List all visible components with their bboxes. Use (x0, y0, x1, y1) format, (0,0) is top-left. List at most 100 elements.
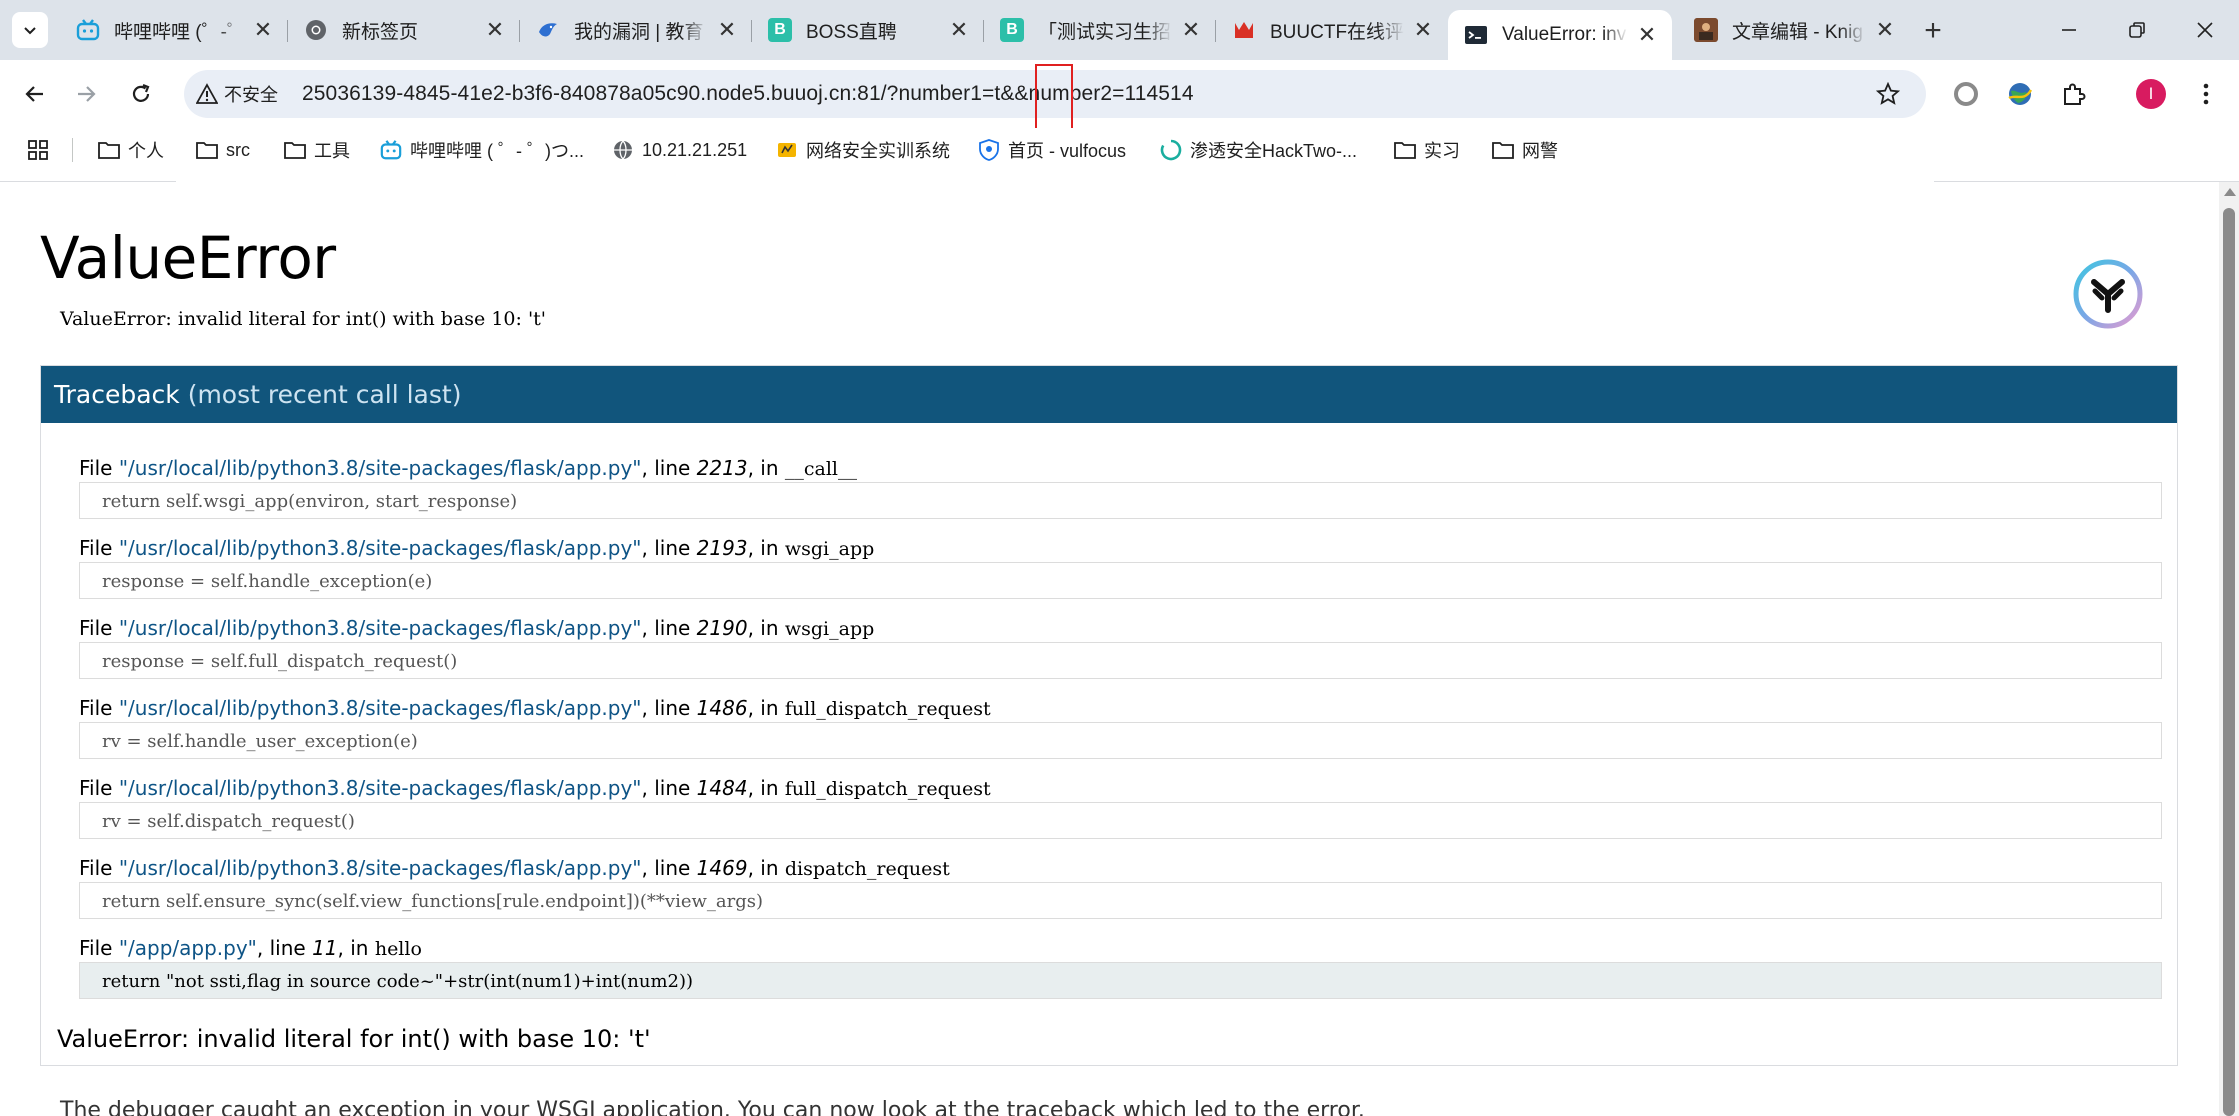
close-icon[interactable]: ✕ (1874, 17, 1896, 42)
minimize-button[interactable] (2044, 10, 2094, 50)
traceback-frame-app[interactable]: File "/app/app.py", line 11, in hello re… (79, 936, 2162, 1016)
traceback-frame[interactable]: File "/usr/local/lib/python3.8/site-pack… (79, 856, 2162, 936)
scrollbar-thumb[interactable] (2223, 208, 2235, 1116)
image-icon (1694, 18, 1718, 42)
apps-button[interactable] (27, 136, 49, 164)
bookmark-cyber-police[interactable]: 网警 (1492, 136, 1558, 164)
close-icon[interactable]: ✕ (1412, 17, 1434, 42)
close-icon[interactable]: ✕ (948, 17, 970, 42)
tab-search-button[interactable] (12, 12, 48, 48)
folder-icon (1492, 139, 1514, 161)
frame-code[interactable]: return self.ensure_sync(self.view_functi… (79, 882, 2162, 919)
frame-list: File "/usr/local/lib/python3.8/site-pack… (79, 456, 2162, 1016)
traceback-header: Traceback (most recent call last) (41, 366, 2177, 423)
training-icon (776, 139, 798, 161)
more-menu-icon[interactable] (2190, 78, 2222, 110)
tab-title: 我的漏洞 | 教育 (574, 21, 704, 43)
buuctf-icon (1232, 18, 1256, 42)
close-icon (2197, 22, 2213, 38)
frame-file[interactable]: "/usr/local/lib/python3.8/site-packages/… (119, 696, 642, 720)
page-scrollbar[interactable] (2219, 182, 2239, 1116)
frame-code[interactable]: rv = self.handle_user_exception(e) (79, 722, 2162, 759)
forward-button[interactable] (67, 74, 107, 114)
frame-file[interactable]: "/app/app.py" (119, 936, 257, 960)
close-icon[interactable]: ✕ (484, 17, 506, 42)
close-icon[interactable]: ✕ (252, 17, 274, 42)
page-content: ValueError ValueError: invalid literal f… (0, 182, 2219, 1116)
tab-title: BOSS直聘 (806, 21, 897, 43)
frame-file[interactable]: "/usr/local/lib/python3.8/site-packages/… (119, 616, 642, 640)
globe-extension-icon[interactable] (2004, 78, 2036, 110)
bookmarks-bar: 个人 src 工具 哔哩哔哩 ( ゜- ゜)つ... 10.21.21.251 … (0, 128, 2239, 172)
profile-avatar[interactable]: I (2136, 79, 2166, 109)
tab-buuctf[interactable]: BUUCTF在线评 ✕ (1216, 10, 1448, 50)
close-window-button[interactable] (2180, 10, 2230, 50)
tab-new-tab-page[interactable]: 新标签页 ✕ (288, 10, 520, 50)
tab-title: ValueError: inv (1502, 24, 1627, 45)
bookmark-bilibili[interactable]: 哔哩哔哩 ( ゜- ゜)つ... (380, 136, 584, 164)
frame-code[interactable]: return "not ssti,flag in source code~"+s… (79, 962, 2162, 999)
tab-title: 「测试实习生招 (1038, 21, 1172, 43)
tab-title: 新标签页 (342, 21, 419, 43)
arrow-right-icon (78, 86, 96, 102)
chevron-down-icon (24, 27, 36, 35)
bookmark-training-system[interactable]: 网络安全实训系统 (776, 136, 950, 164)
bookmark-vulfocus[interactable]: 首页 - vulfocus (978, 136, 1126, 164)
traceback-frame[interactable]: File "/usr/local/lib/python3.8/site-pack… (79, 536, 2162, 616)
browser-toolbar: 不安全 25036139-4845-41e2-b3f6-840878a05c90… (0, 60, 2239, 128)
close-icon[interactable]: ✕ (716, 17, 738, 42)
shield-icon (978, 139, 1000, 161)
frame-code[interactable]: return self.wsgi_app(environ, start_resp… (79, 482, 2162, 519)
bird-icon (536, 18, 560, 42)
bilibili-icon (76, 18, 100, 42)
frame-file[interactable]: "/usr/local/lib/python3.8/site-packages/… (119, 776, 642, 800)
traceback-frame[interactable]: File "/usr/local/lib/python3.8/site-pack… (79, 696, 2162, 776)
frame-code[interactable]: response = self.handle_exception(e) (79, 562, 2162, 599)
close-icon[interactable]: ✕ (1180, 17, 1202, 42)
tab-title: 哔哩哔哩 (゜-゜)つ (114, 21, 244, 43)
bookmark-star-icon[interactable] (1876, 82, 1900, 106)
bookmark-hacktwo[interactable]: 渗透安全HackTwo-... (1160, 136, 1357, 164)
bookmark-ip[interactable]: 10.21.21.251 (612, 136, 747, 164)
traceback-final-error: ValueError: invalid literal for int() wi… (57, 1025, 651, 1053)
traceback-frame[interactable]: File "/usr/local/lib/python3.8/site-pack… (79, 776, 2162, 856)
extension-circle-icon[interactable] (1950, 78, 1982, 110)
tab-title: BUUCTF在线评 (1270, 21, 1404, 43)
folder-icon (98, 139, 120, 161)
frame-file[interactable]: "/usr/local/lib/python3.8/site-packages/… (119, 536, 642, 560)
traceback-frame[interactable]: File "/usr/local/lib/python3.8/site-pack… (79, 616, 2162, 696)
traceback-title: Traceback (54, 380, 180, 409)
tab-bilibili[interactable]: 哔哩哔哩 (゜-゜)つ ✕ (60, 10, 288, 50)
chrome-icon (304, 18, 328, 42)
extensions-puzzle-icon[interactable] (2058, 78, 2090, 110)
bookmark-src[interactable]: src (196, 136, 250, 164)
traceback-frame[interactable]: File "/usr/local/lib/python3.8/site-pack… (79, 456, 2162, 536)
globe-icon (612, 139, 634, 161)
frame-file[interactable]: "/usr/local/lib/python3.8/site-packages/… (119, 856, 642, 880)
tab-vulnerabilities[interactable]: 我的漏洞 | 教育 ✕ (520, 10, 752, 50)
bookmark-internship[interactable]: 实习 (1394, 136, 1460, 164)
loading-icon (1160, 139, 1182, 161)
frame-file[interactable]: "/usr/local/lib/python3.8/site-packages/… (119, 456, 642, 480)
site-security-chip[interactable]: 不安全 (196, 78, 278, 110)
tab-valueerror[interactable]: ValueError: inv ✕ (1448, 10, 1672, 60)
folder-icon (284, 139, 306, 161)
frame-code[interactable]: rv = self.dispatch_request() (79, 802, 2162, 839)
new-tab-button[interactable]: + (1916, 14, 1950, 48)
scroll-up-icon[interactable] (2224, 188, 2236, 196)
bookmark-tools[interactable]: 工具 (284, 136, 350, 164)
security-label: 不安全 (224, 85, 278, 105)
reload-icon (132, 83, 150, 102)
close-icon[interactable]: ✕ (1636, 22, 1658, 47)
tab-internship[interactable]: B 「测试实习生招 ✕ (984, 10, 1216, 50)
frame-code[interactable]: response = self.full_dispatch_request() (79, 642, 2162, 679)
tab-title: 文章编辑 - Knig (1732, 21, 1863, 43)
arrow-left-icon (25, 86, 43, 102)
restore-button[interactable] (2112, 10, 2162, 50)
back-button[interactable] (14, 74, 54, 114)
bookmark-personal[interactable]: 个人 (98, 136, 164, 164)
tab-boss[interactable]: B BOSS直聘 ✕ (752, 10, 984, 50)
reload-button[interactable] (121, 74, 161, 114)
tab-article-editor[interactable]: 文章编辑 - Knig ✕ (1678, 10, 1910, 50)
plus-icon: + (1924, 14, 1942, 47)
